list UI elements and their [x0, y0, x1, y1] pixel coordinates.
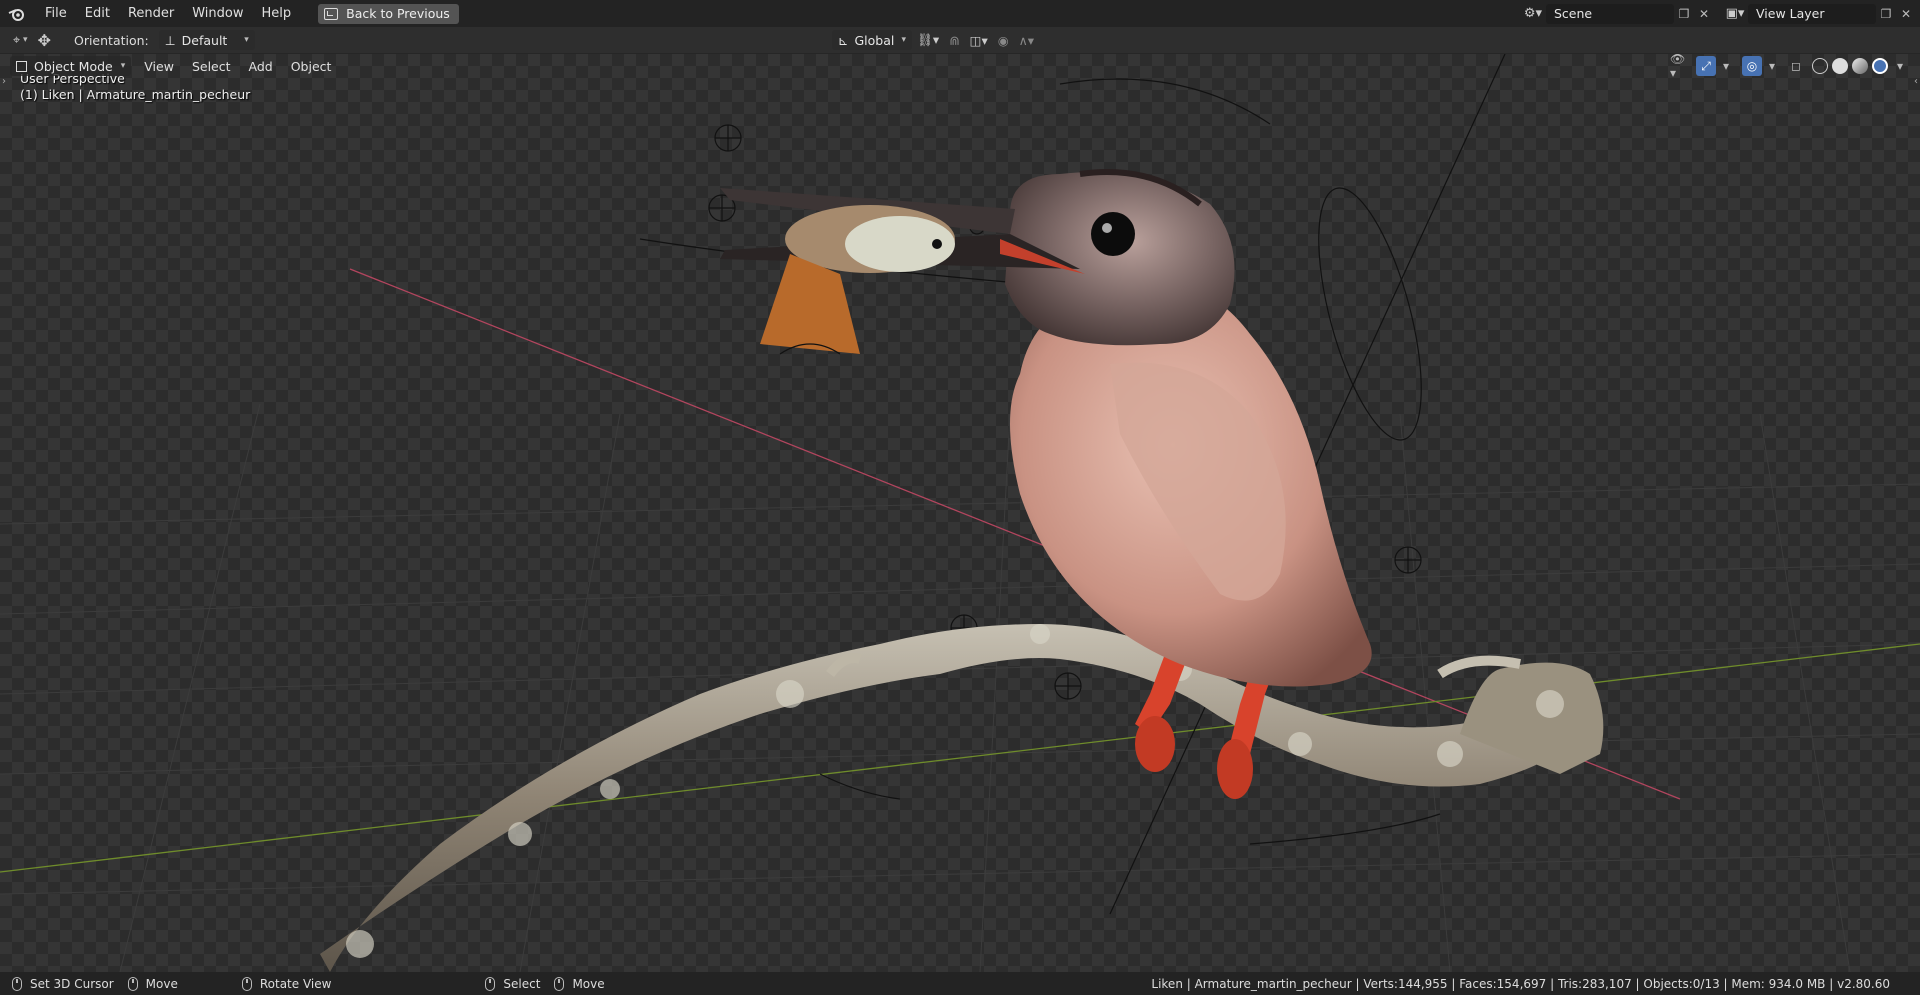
- pivot-point-icon[interactable]: ⛓▾: [912, 30, 944, 50]
- status-select: Select: [485, 976, 541, 991]
- move-tool-icon[interactable]: ✥: [33, 30, 56, 50]
- status-move-2: Move: [554, 976, 605, 991]
- back-icon: [324, 7, 339, 20]
- status-set-cursor: Set 3D Cursor: [12, 976, 114, 991]
- mouse-right-icon: [485, 976, 496, 991]
- new-scene-icon[interactable]: ❐: [1674, 4, 1694, 24]
- back-to-previous-button[interactable]: Back to Previous: [318, 3, 459, 24]
- status-move-2-label: Move: [572, 976, 605, 991]
- shading-dropdown-icon[interactable]: ▾: [1890, 56, 1910, 76]
- transform-orientation-dropdown[interactable]: ⊾ Global ▾: [832, 30, 912, 50]
- mode-dropdown[interactable]: Object Mode ▾: [10, 56, 132, 76]
- object-info-label: (1) Liken | Armature_martin_pecheur: [20, 87, 251, 102]
- status-bar: Set 3D Cursor Move Rotate View Select Mo…: [0, 972, 1920, 995]
- overlays-dropdown-icon[interactable]: ▾: [1762, 56, 1782, 76]
- status-move: Move: [127, 976, 178, 991]
- tool-header: ⌖ ▾ ✥ Orientation: ⊥ Default ▾ ⊾ Global ▾…: [0, 27, 1920, 54]
- falloff-icon[interactable]: ∧▾: [1014, 30, 1039, 50]
- status-select-label: Select: [503, 976, 541, 991]
- viewport-menu-object[interactable]: Object: [282, 59, 341, 74]
- orientation-dropdown[interactable]: ⊥ Default ▾: [158, 30, 255, 50]
- orientation-value: Default: [181, 32, 228, 48]
- rendered-shading-icon[interactable]: [1872, 58, 1888, 74]
- new-view-layer-icon[interactable]: ❐: [1876, 4, 1896, 24]
- scene-statistics: Liken | Armature_martin_pecheur | Verts:…: [1151, 976, 1890, 991]
- status-rotate-view-label: Rotate View: [259, 976, 332, 991]
- tool-icon: ⌖: [13, 32, 21, 47]
- gizmo-dropdown-icon[interactable]: ▾: [1716, 56, 1736, 76]
- snap-icon[interactable]: ⋒: [944, 30, 964, 50]
- delete-scene-icon[interactable]: ✕: [1694, 4, 1714, 24]
- orientation-icon: ⊥: [164, 32, 176, 48]
- viewport-header: Object Mode ▾ View Select Add Object 👁▾ …: [0, 52, 1920, 80]
- viewport-menu-add[interactable]: Add: [240, 59, 282, 74]
- mouse-drag-icon: [127, 976, 138, 991]
- workspace-selectors: ⚙▾ Scene ❐ ✕ ▣▾ View Layer ❐ ✕: [1520, 0, 1920, 27]
- viewport-menu-select[interactable]: Select: [183, 59, 240, 74]
- viewport-scene: [0, 54, 1920, 972]
- status-move-label: Move: [145, 976, 178, 991]
- wireframe-shading-icon[interactable]: [1812, 58, 1828, 74]
- delete-view-layer-icon[interactable]: ✕: [1896, 4, 1916, 24]
- view-layer-icon[interactable]: ▣▾: [1722, 4, 1748, 24]
- overlays-icon[interactable]: ◎: [1742, 56, 1762, 76]
- blender-logo-icon[interactable]: [6, 4, 26, 24]
- viewport-menu-view[interactable]: View: [135, 59, 183, 74]
- material-shading-icon[interactable]: [1852, 58, 1868, 74]
- 3d-viewport[interactable]: User Perspective (1) Liken | Armature_ma…: [0, 54, 1920, 972]
- scene-icon[interactable]: ⚙▾: [1520, 4, 1546, 24]
- mode-label: Object Mode: [34, 58, 113, 74]
- snap-target-icon[interactable]: ◫▾: [965, 30, 993, 50]
- global-axis-icon: ⊾: [838, 32, 849, 48]
- tool-select-dropdown[interactable]: ⌖ ▾: [8, 30, 33, 50]
- orientation-label: Orientation:: [73, 32, 149, 48]
- menu-window[interactable]: Window: [183, 0, 252, 27]
- solid-shading-icon[interactable]: [1832, 58, 1848, 74]
- menu-help[interactable]: Help: [253, 0, 301, 27]
- viewport-display-controls: 👁▾ ⤢ ▾ ◎ ▾ ◻ ▾: [1670, 52, 1910, 80]
- view-layer-field[interactable]: View Layer: [1748, 3, 1876, 24]
- mouse-middle-icon: [241, 976, 252, 991]
- mouse-right-drag-icon: [554, 976, 565, 991]
- transform-space-value: Global: [854, 32, 895, 48]
- visibility-icon[interactable]: 👁▾: [1670, 52, 1690, 80]
- menu-file[interactable]: File: [36, 0, 76, 27]
- xray-icon[interactable]: ◻: [1786, 56, 1806, 76]
- menu-edit[interactable]: Edit: [76, 0, 119, 27]
- status-rotate-view: Rotate View: [241, 976, 332, 991]
- top-menu-bar: File Edit Render Window Help Back to Pre…: [0, 0, 1920, 27]
- menu-render[interactable]: Render: [119, 0, 183, 27]
- scene-field[interactable]: Scene: [1546, 3, 1674, 24]
- gizmo-icon[interactable]: ⤢: [1696, 56, 1716, 76]
- object-mode-icon: [16, 60, 27, 72]
- back-to-previous-label: Back to Previous: [346, 6, 450, 21]
- status-set-cursor-label: Set 3D Cursor: [30, 976, 114, 991]
- proportional-edit-icon[interactable]: ◉: [993, 30, 1014, 50]
- mouse-left-icon: [12, 976, 22, 991]
